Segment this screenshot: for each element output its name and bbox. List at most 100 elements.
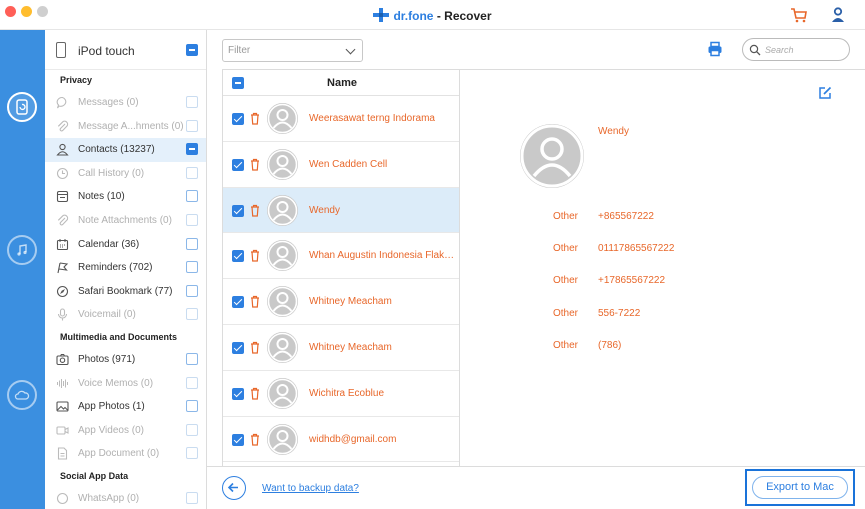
chevron-down-icon: [345, 44, 356, 55]
phone-value: 01117865567222: [598, 243, 675, 255]
avatar: [267, 103, 298, 134]
contact-name-cell: Whan Augustin Indonesia Flakes C...: [309, 250, 459, 262]
avatar: [267, 423, 298, 455]
trash-icon[interactable]: [250, 204, 260, 217]
phone-label: Other: [553, 275, 579, 287]
document-icon: [57, 447, 68, 460]
trash-icon[interactable]: [250, 433, 260, 446]
trash-icon[interactable]: [250, 158, 260, 171]
avatar: [267, 148, 298, 180]
category-checkbox[interactable]: [186, 376, 198, 389]
section-multimedia: Multimedia and Documents: [60, 331, 178, 342]
back-button[interactable]: [222, 476, 246, 500]
edit-icon[interactable]: [818, 86, 832, 100]
filter-dropdown[interactable]: Filter: [222, 39, 363, 62]
recover-from-icloud-icon[interactable]: [7, 380, 37, 410]
row-checkbox[interactable]: [232, 341, 244, 354]
category-whatsapp[interactable]: WhatsApp (0): [45, 487, 206, 509]
backup-data-link[interactable]: Want to backup data?: [262, 483, 359, 494]
category-note-attachments[interactable]: Note Attachments (0): [45, 209, 206, 233]
trash-icon[interactable]: [250, 295, 260, 308]
avatar: [267, 377, 298, 409]
phone-value: +17865567222: [598, 275, 666, 287]
table-row[interactable]: Wendy: [223, 187, 459, 234]
category-checkbox[interactable]: [186, 237, 198, 250]
contact-name-cell: Whitney Meacham: [309, 341, 392, 353]
phone-value: +865567222: [598, 211, 654, 222]
category-contacts[interactable]: Contacts (13237): [45, 138, 206, 162]
category-checkbox[interactable]: [186, 119, 198, 132]
brand-name: dr.fone: [393, 9, 434, 23]
phone-field: Other +17865567222: [460, 275, 865, 289]
row-checkbox[interactable]: [232, 204, 244, 217]
microphone-icon: [57, 308, 68, 321]
row-checkbox[interactable]: [232, 387, 244, 400]
device-row[interactable]: iPod touch: [45, 30, 206, 70]
category-checkbox[interactable]: [186, 190, 198, 203]
phone-field: Other 556-7222: [460, 308, 865, 322]
row-checkbox[interactable]: [232, 296, 244, 309]
category-checkbox[interactable]: [186, 352, 198, 365]
table-row[interactable]: Wen Cadden Cell: [223, 142, 459, 188]
search-input[interactable]: Search: [742, 38, 850, 61]
print-icon[interactable]: [707, 41, 723, 57]
message-bubble-icon: [56, 96, 67, 109]
category-checkbox[interactable]: [186, 308, 198, 321]
category-checkbox[interactable]: [186, 96, 198, 108]
device-select-all-checkbox[interactable]: [186, 44, 198, 56]
video-icon: [56, 426, 69, 435]
contact-list: Name Weerasawat terng Indorama Wen Cadden…: [222, 69, 460, 466]
category-checkbox[interactable]: [186, 447, 198, 460]
category-checkbox[interactable]: [186, 423, 198, 436]
category-checkbox[interactable]: [186, 261, 198, 274]
category-voice-memos[interactable]: Voice Memos (0): [45, 372, 206, 396]
contact-avatar: [520, 124, 584, 188]
name-column-header: Name: [327, 77, 357, 89]
row-checkbox[interactable]: [232, 158, 244, 171]
category-reminders[interactable]: Reminders (702): [45, 256, 206, 280]
table-row[interactable]: Wichitra Ecoblue: [223, 371, 459, 417]
avatar: [267, 286, 298, 318]
phone-label: Other: [553, 243, 579, 255]
trash-icon[interactable]: [250, 249, 260, 262]
export-to-mac-button[interactable]: Export to Mac: [752, 476, 848, 499]
category-checkbox[interactable]: [186, 213, 198, 226]
table-row[interactable]: Whitney Meacham: [223, 325, 459, 371]
category-checkbox[interactable]: [186, 491, 198, 504]
contact-name-cell: Wichitra Ecoblue: [309, 387, 385, 399]
row-checkbox[interactable]: [232, 113, 244, 125]
trash-icon[interactable]: [250, 341, 260, 354]
recover-from-itunes-icon[interactable]: [7, 235, 37, 265]
category-voicemail[interactable]: Voicemail (0): [45, 303, 206, 327]
account-icon[interactable]: [831, 7, 845, 23]
recover-from-device-icon[interactable]: [7, 92, 37, 122]
table-row[interactable]: widhdb@gmail.com: [223, 417, 459, 463]
category-app-photos[interactable]: App Photos (1): [45, 395, 206, 419]
list-header: Name: [223, 70, 459, 96]
table-row[interactable]: Whan Augustin Indonesia Flakes C...: [223, 233, 459, 280]
category-app-document[interactable]: App Document (0): [45, 442, 206, 466]
category-calendar[interactable]: Calendar (36): [45, 233, 206, 257]
compass-icon: [56, 285, 69, 297]
category-messages[interactable]: Messages (0): [45, 91, 206, 115]
table-row[interactable]: Whitney Meacham: [223, 279, 459, 325]
category-checkbox[interactable]: [186, 400, 198, 413]
row-checkbox[interactable]: [232, 250, 244, 263]
row-checkbox[interactable]: [232, 433, 244, 446]
category-safari-bookmark[interactable]: Safari Bookmark (77): [45, 280, 206, 304]
cart-icon[interactable]: [790, 7, 808, 23]
category-app-videos[interactable]: App Videos (0): [45, 419, 206, 443]
category-notes[interactable]: Notes (10): [45, 185, 206, 209]
table-row[interactable]: Weerasawat terng Indorama: [223, 96, 459, 142]
trash-icon[interactable]: [250, 112, 260, 125]
category-checkbox[interactable]: [186, 284, 198, 297]
reminder-flag-icon: [57, 262, 69, 274]
contact-name-cell: Weerasawat terng Indorama: [309, 113, 435, 124]
category-message-attachments[interactable]: Message A...hments (0): [45, 115, 206, 139]
mode-rail: [0, 30, 45, 509]
trash-icon[interactable]: [250, 387, 260, 400]
category-checkbox[interactable]: [186, 143, 198, 156]
category-checkbox[interactable]: [186, 166, 198, 179]
category-photos[interactable]: Photos (971): [45, 348, 206, 372]
category-call-history[interactable]: Call History (0): [45, 162, 206, 186]
